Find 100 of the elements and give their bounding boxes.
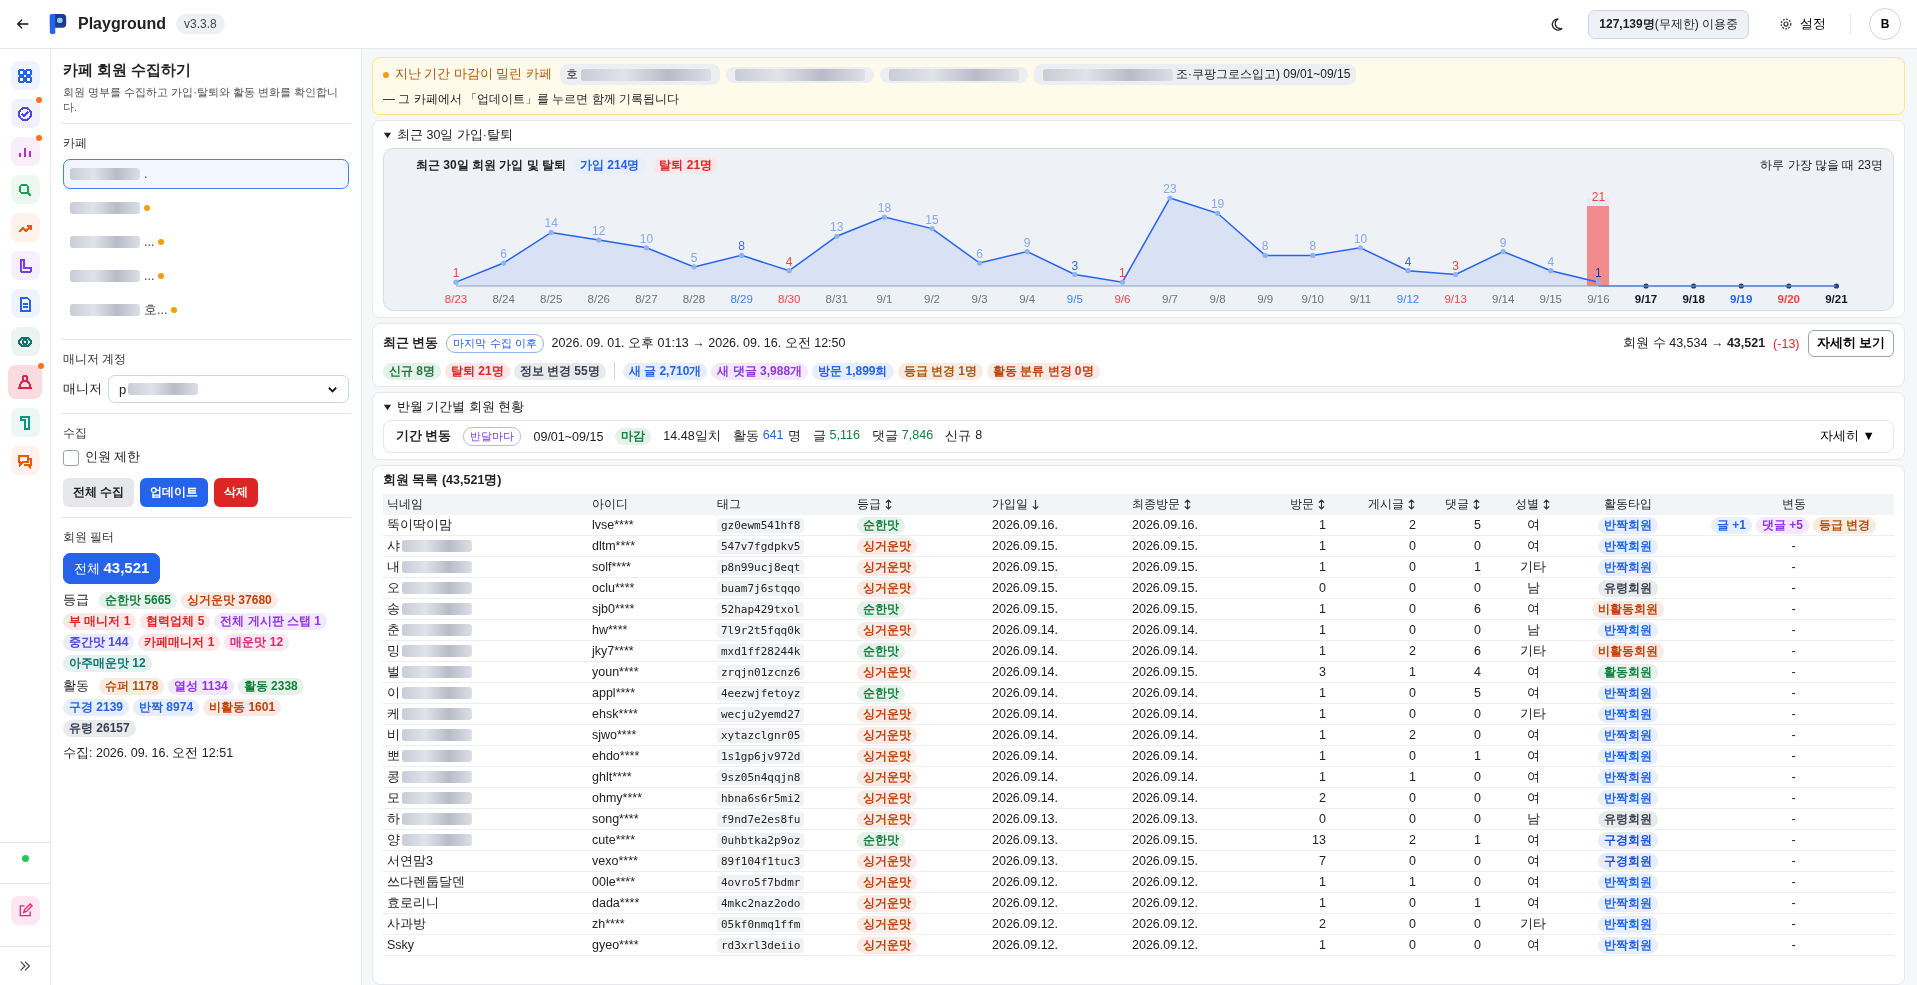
details-button[interactable]: 자세히 보기 <box>1807 330 1894 357</box>
edit-button[interactable] <box>10 896 40 925</box>
data-point <box>548 229 554 236</box>
nickname: 춘 <box>387 622 400 637</box>
all-filter-button[interactable]: 전체 43,521 <box>63 553 161 584</box>
filter-chip[interactable]: 활동 2338 <box>237 678 304 695</box>
filter-chip[interactable]: 협력업체 5 <box>140 613 211 630</box>
bar-label: 21 <box>1590 189 1607 204</box>
data-point <box>1595 279 1601 285</box>
column-header[interactable]: 등급 <box>857 497 881 511</box>
sort-icon[interactable] <box>884 499 893 511</box>
table-cell: 여 <box>1503 598 1563 620</box>
checkbox[interactable] <box>63 449 79 466</box>
nav-button[interactable] <box>10 327 40 356</box>
filter-chip[interactable]: 카페매니저 1 <box>138 634 221 651</box>
nav-button[interactable] <box>10 175 40 204</box>
manager-select[interactable]: p <box>108 375 349 403</box>
column-header[interactable]: 가입일 <box>992 497 1028 511</box>
summary-chip: 등급 변경 1명 <box>897 362 983 380</box>
filter-chip[interactable]: 순한맛 5665 <box>99 592 178 609</box>
sort-icon[interactable] <box>1472 499 1481 511</box>
member-count: 회원 수 43,534 → 43,521 <box>1623 335 1766 352</box>
nav-button[interactable] <box>10 213 40 242</box>
filter-chip[interactable]: 전체 게시판 스탭 1 <box>214 613 328 630</box>
table-cell: 0 <box>1348 913 1438 935</box>
table-cell: ohmy**** <box>588 787 713 809</box>
table-cell: 0 <box>1263 577 1348 599</box>
tag-code: xytazclgnr05 <box>717 727 805 743</box>
data-label: 5 <box>690 250 698 265</box>
table-cell: 0 <box>1348 619 1438 641</box>
sort-desc-icon[interactable] <box>1031 499 1040 511</box>
period-range: 09/01~09/15 <box>533 429 604 444</box>
column-header: 태그 <box>717 497 741 511</box>
action-button[interactable]: 삭제 <box>214 478 259 507</box>
cafe-item[interactable]: ... <box>63 261 349 291</box>
filter-chip[interactable]: 부 매니저 1 <box>63 613 137 630</box>
expand-icon[interactable] <box>18 959 32 973</box>
settings-button[interactable]: 설정 <box>1773 14 1832 34</box>
change-text: - <box>1791 664 1796 679</box>
table-cell: 0 <box>1438 724 1503 746</box>
table-cell: 7 <box>1263 850 1348 872</box>
table-cell: 2026.09.14. <box>988 703 1128 725</box>
more-button[interactable]: 자세히 ▼ <box>1814 427 1881 446</box>
table-cell: 1 <box>1263 535 1348 557</box>
table-cell: 1 <box>1263 892 1348 914</box>
filter-chip[interactable]: 슈퍼 1178 <box>99 678 165 695</box>
sort-icon[interactable] <box>1407 499 1416 511</box>
nav-button[interactable] <box>8 365 42 399</box>
nickname: 벌 <box>387 664 400 679</box>
axis-label: 9/18 <box>1682 293 1705 305</box>
sort-icon[interactable] <box>1183 499 1192 511</box>
tag-code: 05kf0nmq1ffm <box>717 916 805 932</box>
filter-chip[interactable]: 아주매운맛 12 <box>63 655 152 672</box>
section-label: 매니저 계정 <box>63 352 128 367</box>
activity-tag: 유령회원 <box>1598 579 1658 597</box>
section-toggle[interactable]: 반월 기간별 회원 현황 <box>383 399 1894 416</box>
future-day-dot <box>1643 283 1649 289</box>
data-label: 14 <box>544 216 558 231</box>
filter-chip[interactable]: 열성 1134 <box>168 678 234 695</box>
future-day-dot <box>1738 283 1744 289</box>
activity-tag: 비활동회원 <box>1592 600 1664 618</box>
change-text: - <box>1791 769 1796 784</box>
tag-code: 4mkc2naz2odo <box>717 895 805 911</box>
sort-icon[interactable] <box>1542 499 1551 511</box>
table-cell: 0 <box>1348 745 1438 767</box>
checkbox-label: 인원 제한 <box>85 449 141 466</box>
filter-chip[interactable]: 구경 2139 <box>63 699 130 716</box>
nav-button[interactable] <box>10 137 40 166</box>
nav-button[interactable] <box>10 289 40 318</box>
nav-button[interactable] <box>10 408 40 437</box>
section-toggle[interactable]: 최근 30일 가입·탈퇴 <box>383 127 1894 144</box>
avatar[interactable]: B <box>1869 8 1901 40</box>
action-button[interactable]: 업데이트 <box>140 478 209 507</box>
filter-chip[interactable]: 중간맛 144 <box>63 634 135 651</box>
nav-button[interactable] <box>10 251 40 280</box>
filter-chip[interactable]: 반짝 8974 <box>133 699 200 716</box>
sort-icon[interactable] <box>1317 499 1326 511</box>
filter-chip[interactable]: 비활동 1601 <box>203 699 282 716</box>
axis-label: 8/29 <box>730 293 753 305</box>
table-cell: 2026.09.12. <box>988 913 1128 935</box>
action-button[interactable]: 전체 수집 <box>63 478 135 507</box>
table-cell: 2026.09.14. <box>1128 724 1263 746</box>
nav-button[interactable] <box>10 446 40 475</box>
nav-button[interactable] <box>10 99 40 128</box>
table-cell: 0 <box>1348 787 1438 809</box>
collected-time: 수집: 2026. 09. 16. 오전 12:51 <box>63 745 235 762</box>
nav-button[interactable] <box>10 61 40 90</box>
cafe-item[interactable]: 호... <box>63 295 349 325</box>
cafe-item[interactable]: . <box>63 159 349 189</box>
filter-chip[interactable]: 매운맛 12 <box>224 634 290 651</box>
back-icon[interactable] <box>16 17 30 31</box>
filter-chip[interactable]: 유령 26157 <box>63 720 136 737</box>
axis-label: 9/19 <box>1730 293 1753 305</box>
column-header[interactable]: 방문 <box>1290 497 1314 511</box>
filter-chip[interactable]: 싱거운맛 37680 <box>181 592 278 609</box>
moon-icon[interactable] <box>1549 16 1565 32</box>
field-label: 매니저 <box>63 380 102 398</box>
cafe-item[interactable]: ... <box>63 227 349 257</box>
table-cell: 2026.09.15. <box>988 535 1128 557</box>
table-cell: solf**** <box>588 556 713 578</box>
